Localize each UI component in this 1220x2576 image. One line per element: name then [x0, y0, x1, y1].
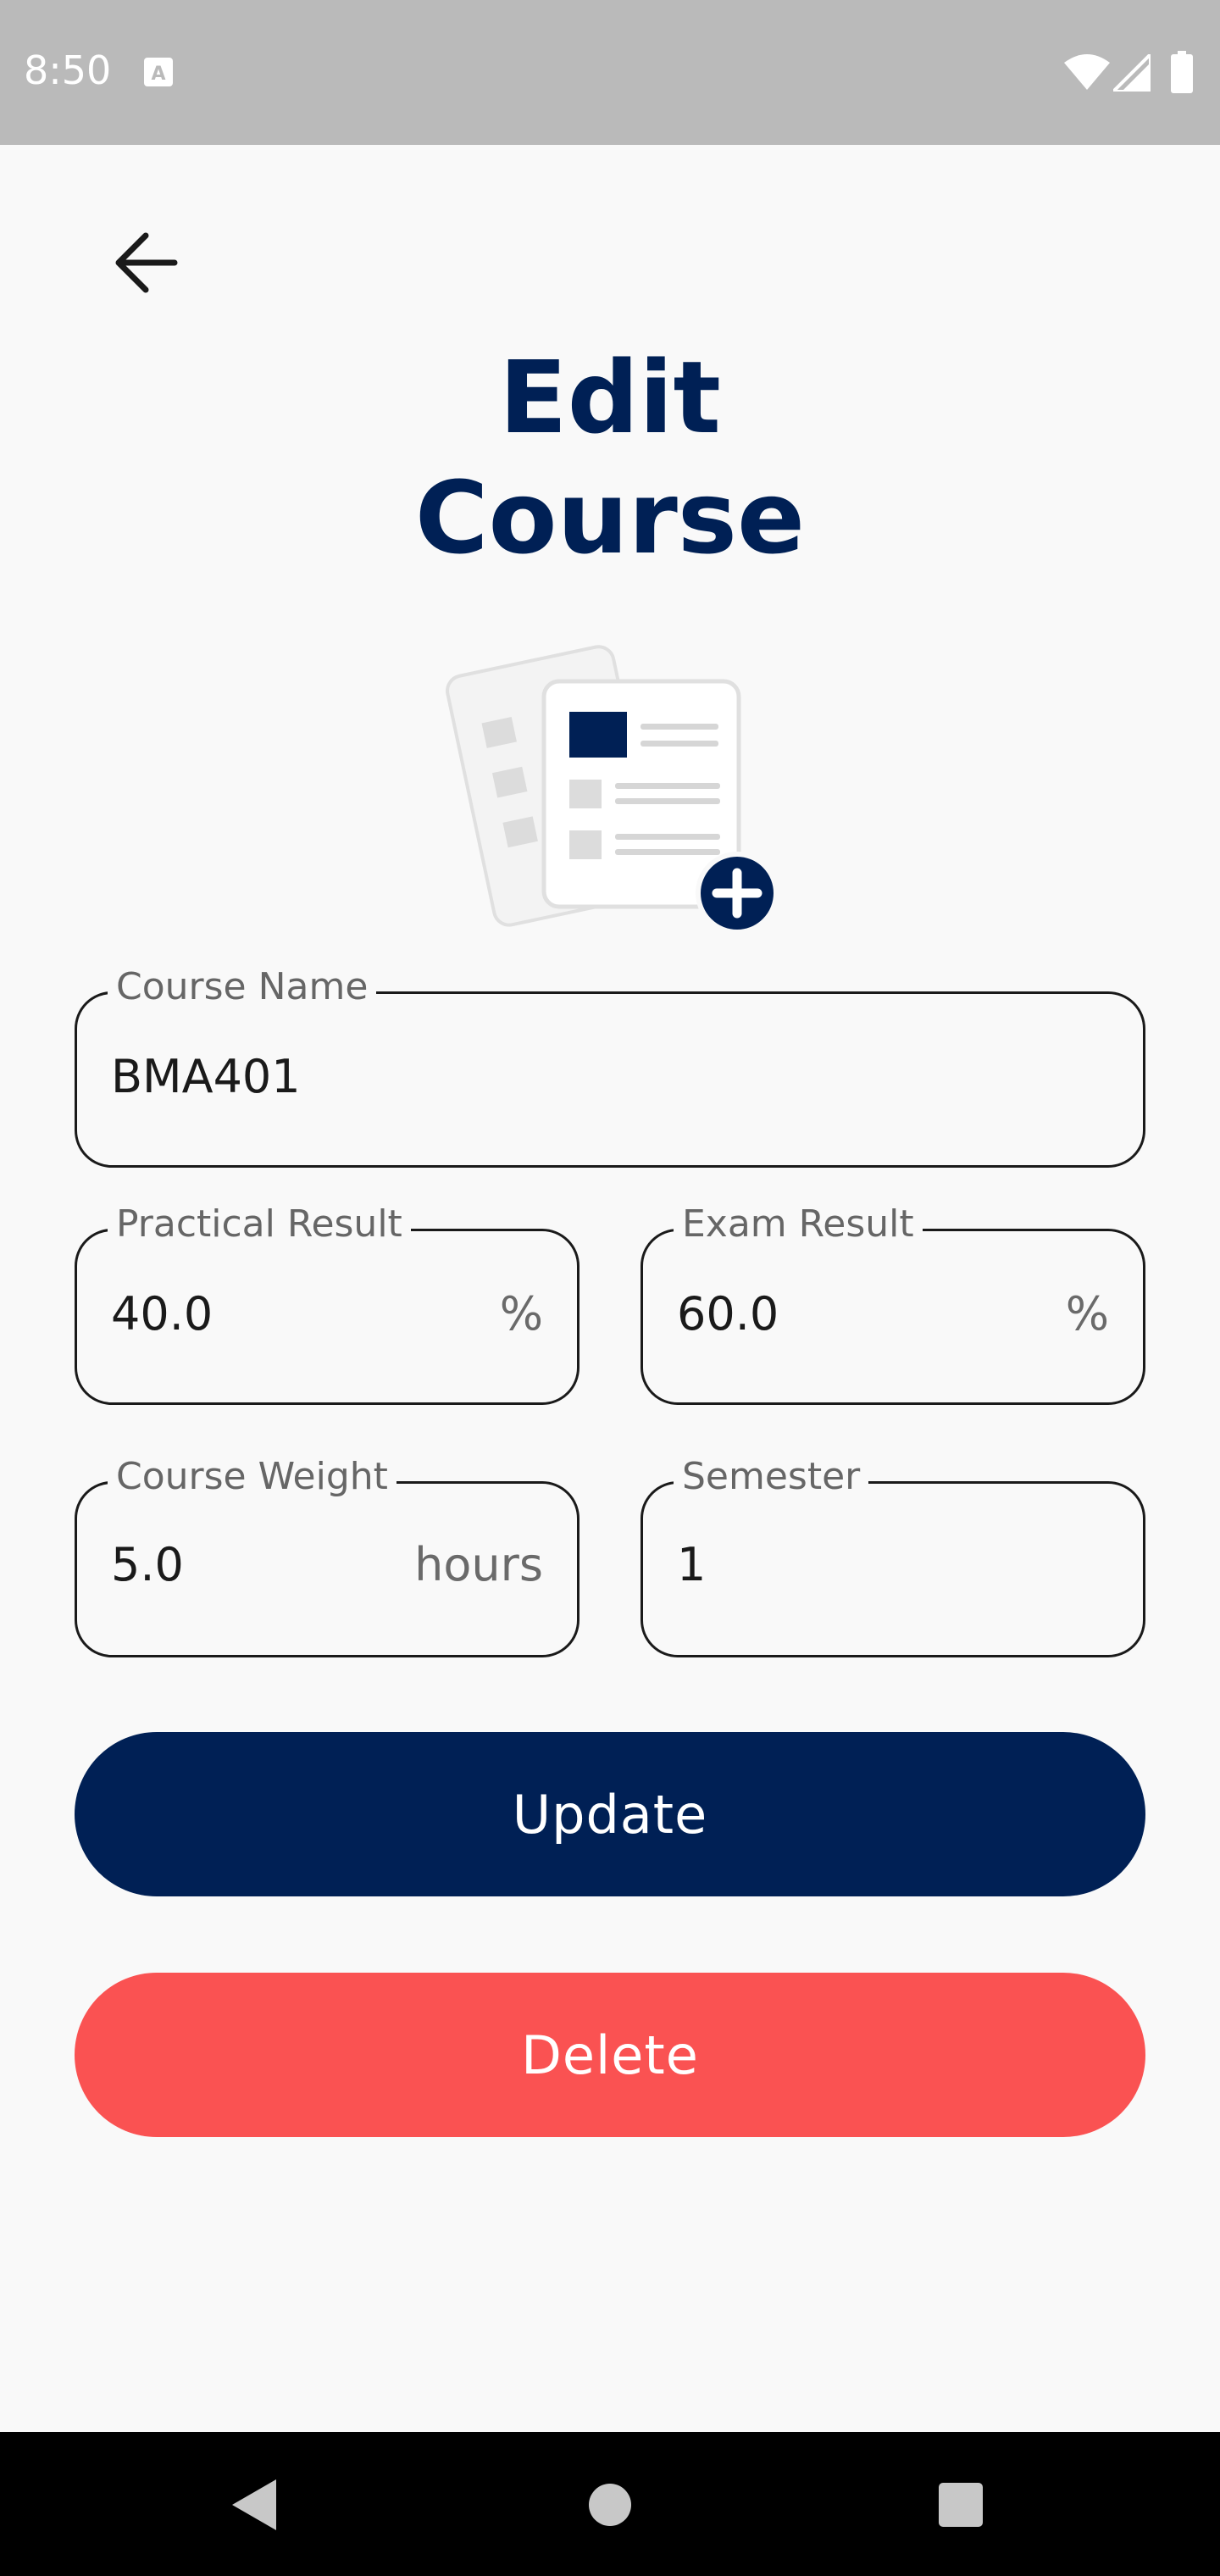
practical-result-suffix: % [499, 1287, 543, 1341]
course-name-label: Course Name [108, 963, 377, 1011]
practical-result-field[interactable]: Practical Result 40.0 % [75, 1201, 580, 1405]
battery-icon [1171, 51, 1193, 93]
page-title: Edit Course [414, 339, 806, 576]
practical-result-label: Practical Result [108, 1201, 411, 1248]
nav-recents-icon[interactable] [939, 2483, 983, 2527]
wifi-icon [1064, 54, 1110, 90]
nav-back-icon[interactable] [230, 2478, 278, 2532]
nav-home-icon[interactable] [588, 2483, 632, 2527]
signal-icon [1113, 54, 1151, 92]
exam-result-suffix: % [1065, 1287, 1109, 1341]
a-notification-icon: A [144, 58, 173, 86]
status-time: 8:50 [24, 47, 112, 93]
semester-label: Semester [674, 1453, 869, 1501]
exam-result-input[interactable]: 60.0 [677, 1287, 1016, 1341]
course-weight-input[interactable]: 5.0 [111, 1538, 450, 1592]
back-button[interactable] [105, 222, 186, 303]
update-button[interactable]: Update [75, 1732, 1145, 1896]
status-bar: 8:50 A [0, 0, 1220, 145]
delete-button[interactable]: Delete [75, 1973, 1145, 2137]
course-weight-field[interactable]: Course Weight 5.0 hours [75, 1453, 580, 1657]
svg-text:A: A [151, 64, 165, 85]
course-weight-label: Course Weight [108, 1453, 396, 1501]
course-weight-suffix: hours [414, 1538, 543, 1591]
exam-result-label: Exam Result [674, 1201, 923, 1248]
course-name-field[interactable]: Course Name BMA401 [75, 963, 1145, 1168]
exam-result-field[interactable]: Exam Result 60.0 % [640, 1201, 1145, 1405]
semester-input[interactable]: 1 [677, 1538, 1016, 1592]
practical-result-input[interactable]: 40.0 [111, 1287, 450, 1341]
course-name-input[interactable]: BMA401 [111, 1050, 450, 1104]
arrow-left-icon [115, 232, 178, 293]
semester-field[interactable]: Semester 1 [640, 1453, 1145, 1657]
add-document-icon [446, 645, 779, 935]
